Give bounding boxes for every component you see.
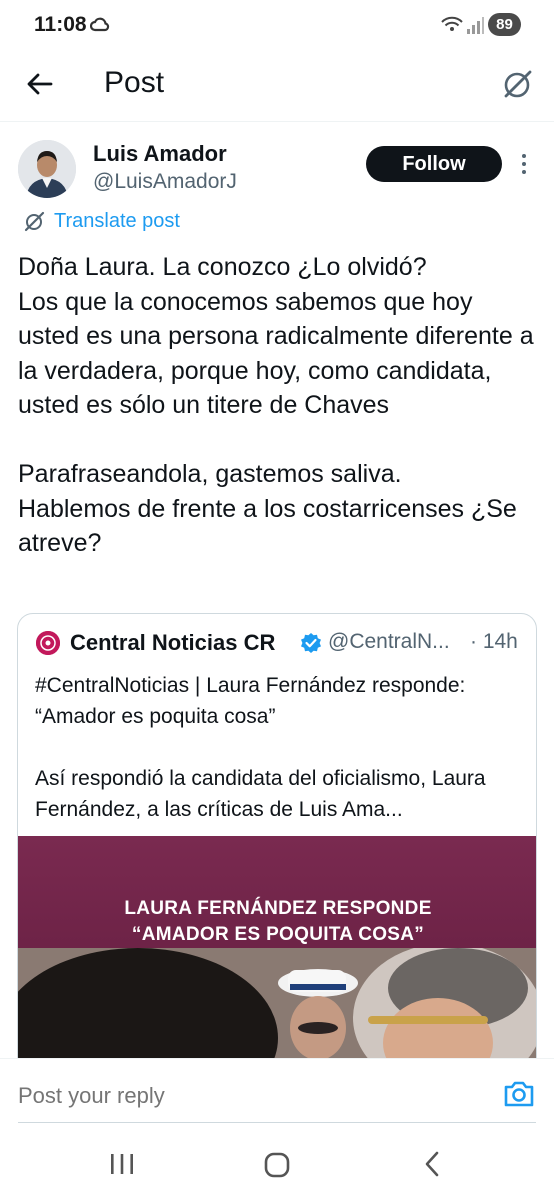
wifi-icon bbox=[440, 14, 464, 39]
follow-button[interactable]: Follow bbox=[366, 146, 502, 182]
grok-icon bbox=[24, 211, 45, 232]
divider bbox=[18, 1122, 536, 1123]
grok-icon bbox=[504, 70, 532, 98]
home-button[interactable] bbox=[264, 1152, 290, 1183]
battery-indicator: 89 bbox=[488, 13, 521, 36]
arrow-left-icon bbox=[27, 73, 53, 95]
system-back-button[interactable] bbox=[422, 1150, 442, 1183]
quoted-post-card[interactable]: Central Noticias CR @CentralN... · 14h #… bbox=[17, 613, 537, 1073]
recents-icon bbox=[111, 1154, 133, 1174]
translate-post-link[interactable]: Translate post bbox=[24, 207, 180, 235]
quoted-post-text: #CentralNoticias | Laura Fernández respo… bbox=[35, 674, 486, 821]
system-navigation-bar bbox=[0, 1130, 554, 1200]
top-app-bar: Post bbox=[0, 50, 554, 122]
quoted-author-handle: @CentralN... bbox=[328, 630, 450, 653]
grok-button[interactable] bbox=[500, 66, 536, 102]
quoted-author-name: Central Noticias CR bbox=[70, 630, 276, 655]
cloud-icon bbox=[89, 16, 110, 37]
more-vertical-icon bbox=[522, 154, 526, 174]
quoted-timestamp: · 14h bbox=[470, 630, 518, 653]
recent-apps-button[interactable] bbox=[108, 1152, 136, 1181]
quoted-avatar bbox=[36, 631, 60, 655]
author-handle[interactable]: @LuisAmadorJ bbox=[93, 170, 237, 194]
author-name[interactable]: Luis Amador bbox=[93, 141, 227, 167]
quoted-media-video[interactable]: LAURA FERNÁNDEZ RESPONDE “AMADOR ES POQU… bbox=[18, 836, 536, 1072]
back-button[interactable] bbox=[22, 66, 58, 102]
reply-bar bbox=[0, 1058, 554, 1124]
chevron-left-icon bbox=[425, 1151, 439, 1177]
media-photo bbox=[18, 948, 536, 1072]
home-circle-icon bbox=[264, 1152, 290, 1178]
media-caption-line: “AMADOR ES POQUITA COSA” bbox=[131, 924, 425, 945]
more-options-button[interactable] bbox=[516, 152, 532, 176]
media-caption-line: LAURA FERNÁNDEZ RESPONDE bbox=[124, 898, 432, 919]
translate-post-label: Translate post bbox=[54, 209, 180, 232]
status-bar: 11:08 89 bbox=[0, 0, 554, 50]
signal-icon bbox=[466, 15, 484, 40]
camera-button[interactable] bbox=[502, 1079, 536, 1109]
post-text: Doña Laura. La conozco ¿Lo olvidó? Los q… bbox=[18, 253, 534, 557]
reply-input[interactable] bbox=[18, 1083, 438, 1109]
camera-icon bbox=[504, 1081, 534, 1107]
verified-badge-icon bbox=[300, 632, 322, 659]
media-caption: LAURA FERNÁNDEZ RESPONDE “AMADOR ES POQU… bbox=[18, 896, 536, 948]
status-time: 11:08 bbox=[34, 13, 87, 36]
avatar[interactable] bbox=[18, 140, 76, 198]
page-title: Post bbox=[104, 66, 165, 99]
